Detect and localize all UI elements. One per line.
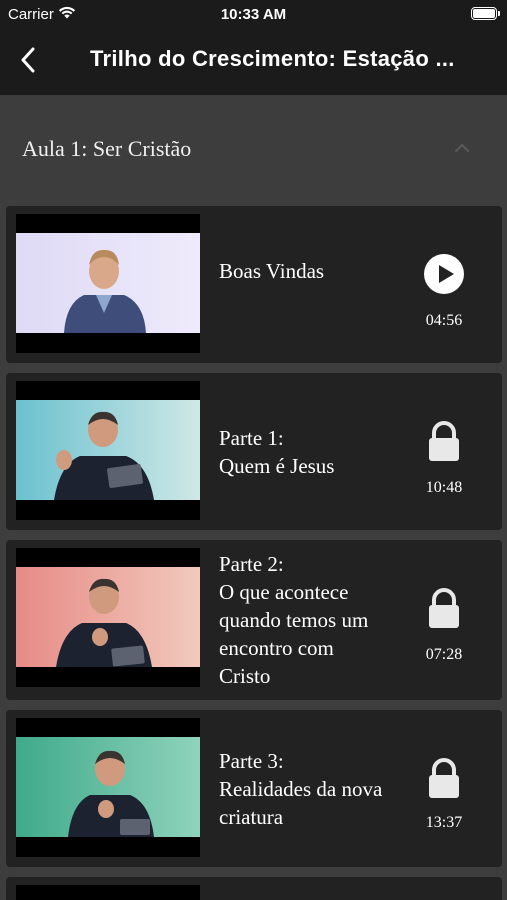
top-bar: Carrier 10:33 AM Trilho do Crescimento: … [0, 0, 507, 95]
video-thumbnail[interactable] [16, 718, 200, 857]
lock-icon [429, 758, 459, 798]
video-thumbnail[interactable] [16, 214, 200, 353]
lesson-duration: 07:28 [425, 646, 463, 663]
back-button[interactable] [14, 46, 42, 74]
lesson-card[interactable]: Parte 3: Realidades da nova criatura 13:… [6, 710, 502, 867]
lesson-title: Parte 1: Quem é Jesus [219, 426, 335, 478]
video-thumbnail[interactable] [16, 548, 200, 687]
lesson-title: Boas Vindas [219, 259, 325, 283]
video-thumbnail[interactable] [16, 885, 200, 900]
play-icon[interactable] [422, 252, 466, 296]
section-title: Aula 1: Ser Cristão [22, 136, 192, 161]
status-bar: Carrier 10:33 AM [0, 0, 507, 28]
chevron-up-icon[interactable] [452, 141, 472, 155]
battery-icon [471, 7, 500, 20]
status-time: 10:33 AM [220, 6, 287, 23]
video-thumbnail[interactable] [16, 381, 200, 520]
lesson-title: Parte 2: O que acontece quando temos um … [219, 552, 369, 688]
lock-icon [429, 421, 459, 461]
lesson-duration: 10:48 [425, 479, 463, 496]
chevron-left-icon [21, 47, 35, 73]
navigation-bar: Trilho do Crescimento: Estação ... [0, 40, 507, 80]
page-title: Trilho do Crescimento: Estação ... [90, 46, 455, 71]
lesson-card[interactable] [6, 877, 502, 900]
lesson-duration: 04:56 [425, 312, 463, 329]
section-header[interactable]: Aula 1: Ser Cristão [0, 95, 507, 200]
lesson-title: Parte 3: Realidades da nova criatura [219, 749, 383, 829]
lock-icon [429, 588, 459, 628]
lesson-card[interactable]: Boas Vindas 04:56 [6, 206, 502, 363]
lesson-card[interactable]: Parte 1: Quem é Jesus 10:48 [6, 373, 502, 530]
lesson-card[interactable]: Parte 2: O que acontece quando temos um … [6, 540, 502, 700]
lesson-duration: 13:37 [425, 814, 463, 831]
